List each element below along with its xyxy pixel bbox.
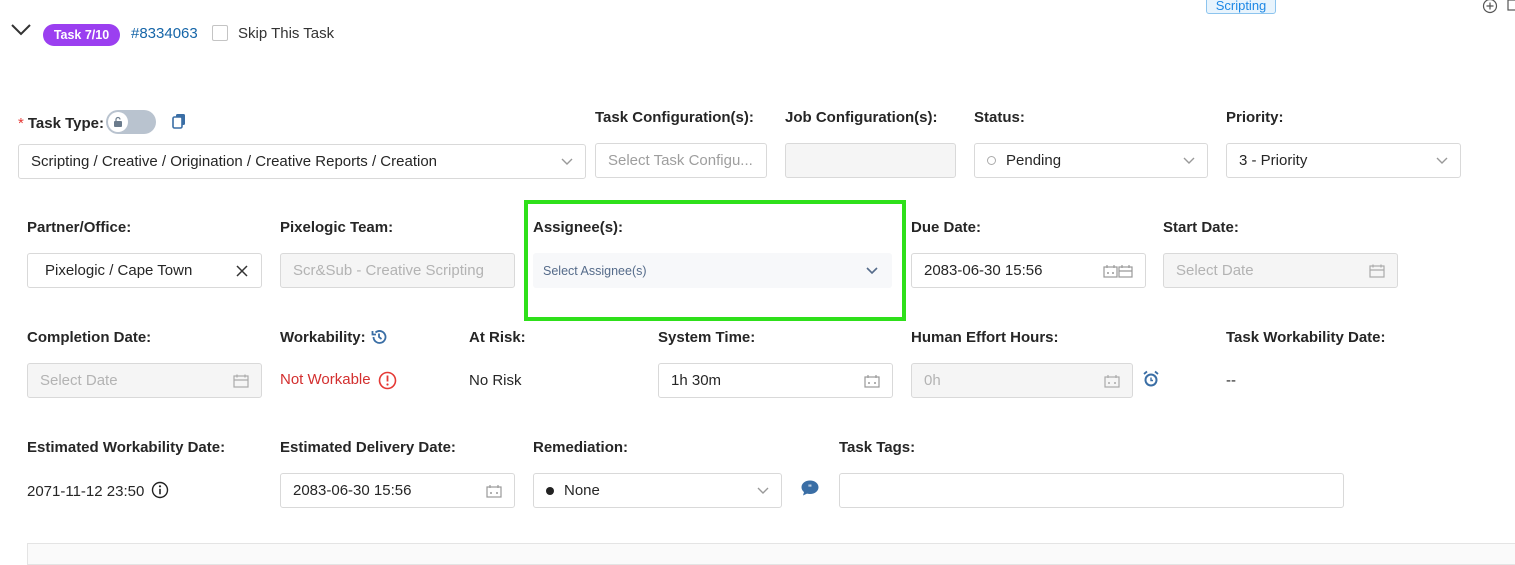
due-date-label: Due Date: [911, 219, 982, 236]
chevron-down-icon [866, 266, 878, 274]
remediation-label: Remediation: [533, 439, 629, 456]
chevron-down-icon [1183, 157, 1195, 164]
priority-select[interactable]: 3 - Priority [1226, 143, 1461, 178]
warning-icon [378, 371, 397, 390]
timer-icon [864, 374, 880, 388]
calendar-icon [233, 374, 249, 388]
info-icon[interactable] [151, 481, 169, 499]
start-date-picker: Select Date [1163, 253, 1398, 288]
system-time-input[interactable]: 1h 30m [658, 363, 893, 398]
calendar-icon [1369, 264, 1385, 278]
pixelogic-team-select: Scr&Sub - Creative Scripting [280, 253, 515, 288]
timer-icon [1104, 374, 1120, 388]
job-config-label: Job Configuration(s): [785, 109, 938, 126]
task-config-label: Task Configuration(s): [595, 109, 754, 126]
completion-date-picker: Select Date [27, 363, 262, 398]
task-tags-input[interactable] [839, 473, 1344, 508]
human-effort-label: Human Effort Hours: [911, 329, 1059, 346]
history-icon[interactable] [370, 328, 388, 346]
est-delivery-picker[interactable]: 2083-06-30 15:56 [280, 473, 515, 508]
task-type-label: * Task Type: [18, 115, 104, 132]
task-workability-date-value: -- [1226, 372, 1236, 389]
status-dot-icon [987, 156, 996, 165]
calendar-clock-icon [1103, 264, 1133, 278]
workability-value: Not Workable [280, 371, 371, 388]
copy-task-type-icon[interactable] [170, 112, 188, 130]
partner-label: Partner/Office: [27, 219, 132, 236]
remediation-dot-icon [546, 486, 554, 495]
est-workability-value: 2071-11-12 23:50 [27, 483, 145, 500]
job-config-select [785, 143, 956, 178]
skip-task-label[interactable]: Skip This Task [238, 25, 334, 42]
est-workability-label: Estimated Workability Date: [27, 439, 226, 456]
clear-icon[interactable] [235, 264, 249, 278]
task-type-select[interactable]: Scripting / Creative / Origination / Cre… [18, 144, 586, 179]
priority-label: Priority: [1226, 109, 1284, 126]
calendar-icon [486, 484, 502, 498]
add-circle-icon[interactable] [1482, 0, 1498, 14]
lock-icon [114, 116, 122, 127]
due-date-picker[interactable]: 2083-06-30 15:56 [911, 253, 1146, 288]
partner-select[interactable]: Pixelogic / Cape Town [27, 253, 262, 288]
task-tags-label: Task Tags: [839, 439, 916, 456]
chevron-down-icon [757, 487, 769, 494]
est-delivery-label: Estimated Delivery Date: [280, 439, 456, 456]
task-type-toggle[interactable] [106, 110, 156, 134]
start-date-label: Start Date: [1163, 219, 1239, 236]
task-id-link[interactable]: #8334063 [131, 25, 198, 42]
system-time-label: System Time: [658, 329, 756, 346]
bottom-panel [27, 543, 1515, 565]
at-risk-value: No Risk [469, 372, 522, 389]
completion-date-label: Completion Date: [27, 329, 152, 346]
task-progress-badge: Task 7/10 [43, 24, 120, 46]
collapse-chevron-icon[interactable] [10, 23, 32, 37]
skip-task-checkbox[interactable] [212, 25, 228, 41]
copy-icon-top[interactable] [1506, 0, 1515, 12]
toggle-knob [108, 112, 128, 132]
svg-text:": " [808, 484, 812, 493]
scripting-tag: Scripting [1206, 0, 1276, 14]
workability-label: Workability: [280, 329, 366, 346]
comment-quote-icon[interactable]: " [800, 479, 820, 497]
human-effort-input: 0h [911, 363, 1133, 398]
assignee-select[interactable]: Select Assignee(s) [533, 253, 892, 288]
pixelogic-team-label: Pixelogic Team: [280, 219, 394, 236]
task-config-select[interactable]: Select Task Configu... [595, 143, 767, 178]
chevron-down-icon [1436, 157, 1448, 164]
task-workability-date-label: Task Workability Date: [1226, 329, 1386, 346]
required-asterisk: * [18, 115, 24, 132]
assignee-label: Assignee(s): [533, 219, 624, 236]
status-label: Status: [974, 109, 1025, 126]
remediation-select[interactable]: None [533, 473, 782, 508]
at-risk-label: At Risk: [469, 329, 526, 346]
alarm-clock-icon[interactable] [1142, 370, 1160, 388]
chevron-down-icon [561, 158, 573, 165]
status-select[interactable]: Pending [974, 143, 1208, 178]
